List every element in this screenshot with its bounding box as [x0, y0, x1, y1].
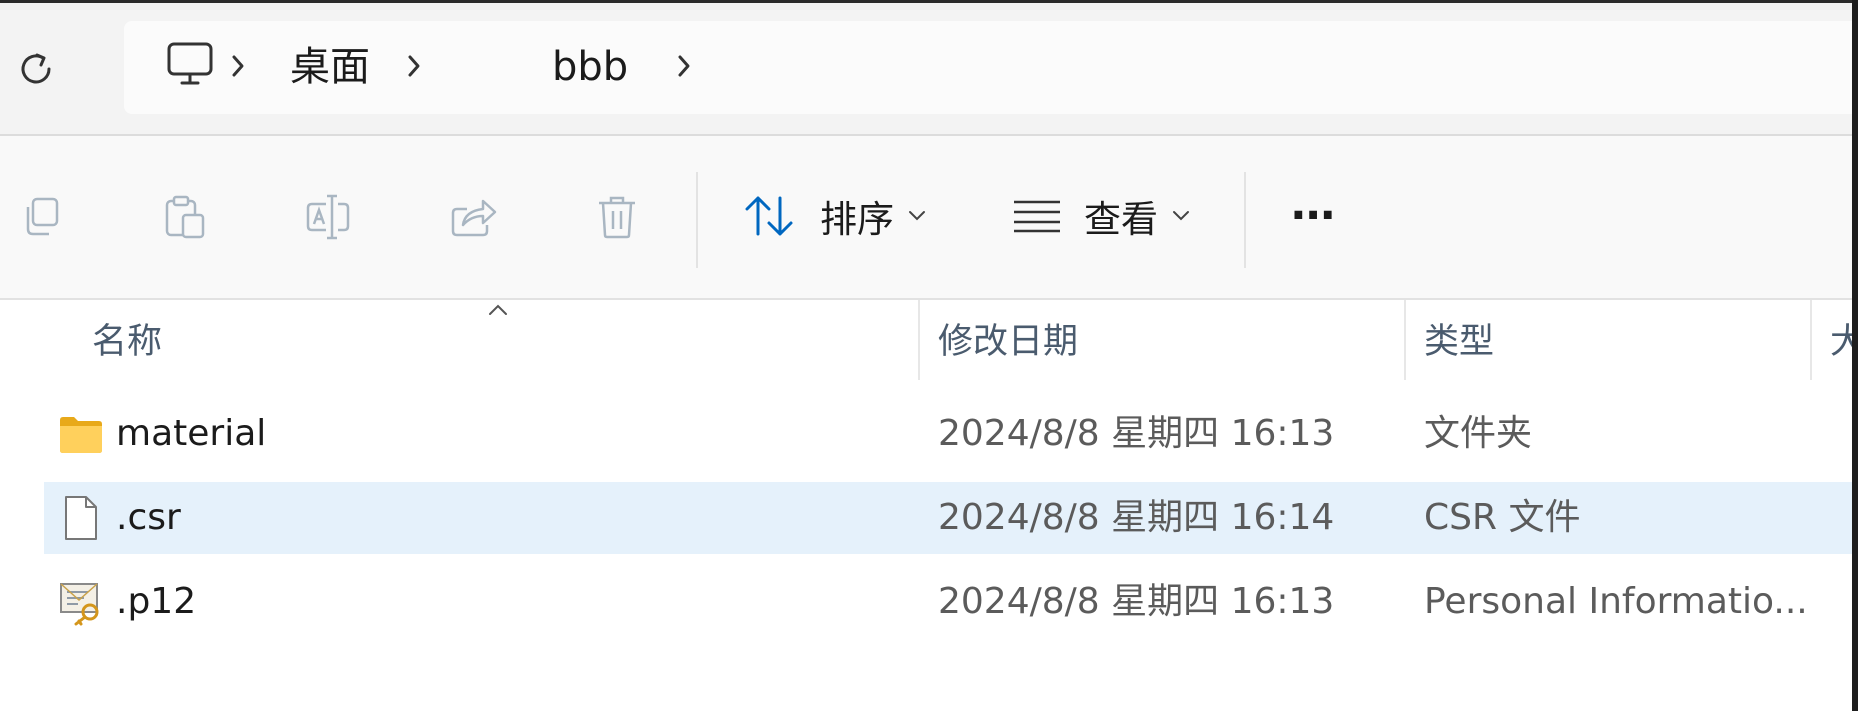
sort-ascending-icon [489, 304, 507, 315]
column-header-type[interactable]: 类型 [1424, 314, 1494, 370]
copy-button[interactable] [14, 190, 68, 244]
chevron-down-icon [1173, 211, 1189, 221]
trash-icon [599, 196, 635, 239]
refresh-button[interactable] [10, 43, 62, 95]
command-bar: 排序 查看 ··· [0, 136, 1858, 300]
breadcrumb-bbb[interactable]: bbb [552, 39, 628, 95]
file-modified: 2024/8/8 星期四 16:14 [938, 497, 1335, 538]
sort-icon [745, 196, 793, 236]
file-type: CSR 文件 [1424, 497, 1581, 538]
sort-label: 排序 [820, 198, 894, 241]
copy-icon [26, 197, 59, 236]
file-row-p12[interactable]: .p12 2024/8/8 星期四 16:13 Personal Informa… [44, 566, 1858, 638]
chevron-right-icon[interactable] [672, 51, 696, 81]
view-label: 查看 [1084, 198, 1158, 241]
file-row-material[interactable]: material 2024/8/8 星期四 16:13 文件夹 [44, 398, 1858, 470]
file-modified: 2024/8/8 星期四 16:13 [938, 581, 1335, 622]
more-options-button[interactable]: ··· [1290, 176, 1336, 256]
column-header-name[interactable]: 名称 [92, 314, 162, 370]
this-pc-icon[interactable] [164, 39, 216, 91]
delete-button[interactable] [590, 190, 644, 244]
toolbar-divider [1244, 172, 1246, 268]
file-name: .p12 [116, 581, 197, 622]
column-divider[interactable] [1810, 300, 1812, 380]
column-divider[interactable] [918, 300, 920, 380]
chevron-down-icon [909, 211, 925, 221]
rename-button[interactable] [302, 190, 356, 244]
file-row-csr[interactable]: .csr 2024/8/8 星期四 16:14 CSR 文件 [44, 482, 1858, 554]
toolbar-divider [696, 172, 698, 268]
column-header-modified[interactable]: 修改日期 [938, 314, 1078, 370]
file-icon [65, 496, 97, 540]
navigation-bar: 桌面 bbb [0, 0, 1858, 136]
file-type: Personal Informatio... [1424, 581, 1808, 622]
view-button[interactable]: 查看 [1012, 176, 1190, 256]
sort-button[interactable]: 排序 [742, 176, 926, 256]
chevron-right-icon[interactable] [402, 51, 426, 81]
window-edge [1852, 0, 1858, 711]
list-view-icon [1014, 200, 1060, 233]
file-type: 文件夹 [1424, 413, 1533, 454]
more-icon: ··· [1290, 190, 1336, 241]
paste-button[interactable] [158, 190, 212, 244]
chevron-right-icon[interactable] [226, 51, 250, 81]
certificate-icon [60, 583, 99, 626]
file-name: .csr [116, 497, 181, 538]
refresh-icon [21, 53, 51, 84]
file-name: material [116, 413, 267, 454]
folder-icon [60, 417, 102, 453]
file-modified: 2024/8/8 星期四 16:13 [938, 413, 1335, 454]
column-header-row: 名称 修改日期 类型 大 [0, 300, 1858, 382]
address-bar[interactable]: 桌面 bbb [124, 21, 1858, 114]
breadcrumb-desktop[interactable]: 桌面 [290, 39, 370, 95]
rename-icon [306, 194, 350, 240]
column-divider[interactable] [1404, 300, 1406, 380]
share-button[interactable] [446, 190, 500, 244]
paste-icon [165, 195, 205, 239]
share-icon [451, 199, 497, 237]
